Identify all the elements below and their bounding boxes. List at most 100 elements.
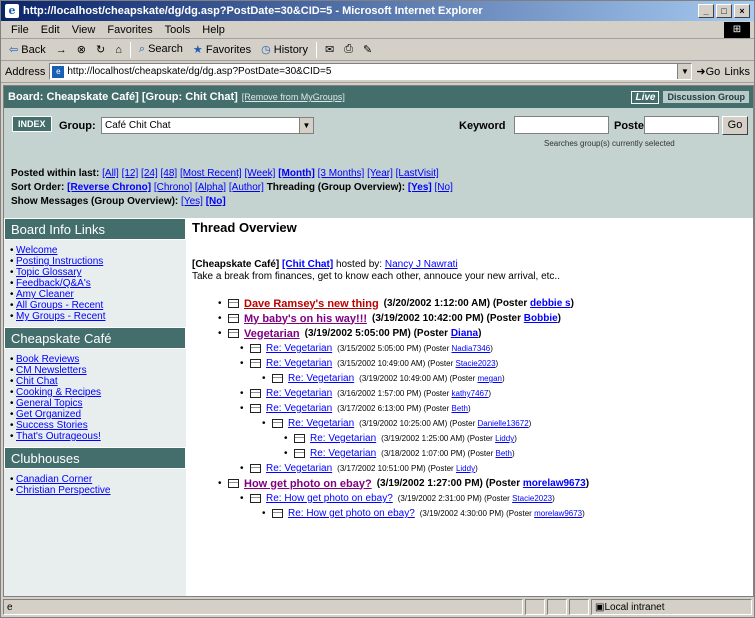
poster-link[interactable]: Diana: [451, 328, 478, 339]
posted-most-recent[interactable]: [Most Recent]: [180, 168, 242, 179]
sidebar-item-general-topics[interactable]: General Topics: [10, 398, 180, 409]
poster-suffix: ): [585, 478, 590, 489]
poster-link[interactable]: morelaw9673: [534, 509, 582, 518]
posted-year[interactable]: [Year]: [367, 168, 393, 179]
sidebar-item-cooking-recipes[interactable]: Cooking & Recipes: [10, 387, 180, 398]
thread-title-link[interactable]: Dave Ramsey's new thing: [244, 298, 379, 310]
posted-week[interactable]: [Week]: [244, 168, 275, 179]
poster-link[interactable]: debbie s: [530, 298, 571, 309]
sidebar-item-all-groups-recent[interactable]: All Groups - Recent: [10, 300, 180, 311]
menu-file[interactable]: File: [5, 24, 35, 36]
posted-month[interactable]: [Month]: [278, 168, 315, 179]
sort-reverse-chrono[interactable]: [Reverse Chrono]: [67, 182, 151, 193]
posted-all[interactable]: [All]: [102, 168, 119, 179]
thread-title-link[interactable]: Re: Vegetarian: [310, 448, 376, 459]
go-button[interactable]: ➜Go: [696, 65, 720, 78]
sidebar-item-posting-instructions[interactable]: Posting Instructions: [10, 256, 180, 267]
maximize-button[interactable]: □: [716, 4, 732, 18]
posted-lastvisit[interactable]: [LastVisit]: [396, 168, 439, 179]
host-link[interactable]: Nancy J Nawrati: [385, 259, 458, 270]
sidebar-item-welcome[interactable]: Welcome: [10, 245, 180, 256]
sidebar-item-christian-perspective[interactable]: Christian Perspective: [10, 485, 180, 496]
edit-icon[interactable]: ✎: [359, 42, 376, 57]
group-link[interactable]: [Chit Chat]: [282, 259, 333, 270]
thread-title-link[interactable]: Re: How get photo on ebay?: [266, 493, 393, 504]
thread-meta: (3/19/2002 10:42:00 PM) (Poster Bobbie): [372, 313, 561, 324]
back-button[interactable]: ⇦ Back: [5, 42, 50, 57]
sidebar-item-topic-glossary[interactable]: Topic Glossary: [10, 267, 180, 278]
search-button[interactable]: ⌕ Search: [135, 42, 187, 57]
sort-author[interactable]: [Author]: [229, 182, 264, 193]
thread-title-link[interactable]: Re: Vegetarian: [310, 433, 376, 444]
thread-title-link[interactable]: How get photo on ebay?: [244, 478, 372, 490]
history-button[interactable]: ◷ History: [257, 42, 312, 57]
sort-chrono[interactable]: [Chrono]: [154, 182, 192, 193]
show-yes[interactable]: [Yes]: [181, 196, 203, 207]
remove-from-mygroups-link[interactable]: [Remove from MyGroups]: [242, 92, 345, 102]
poster-link[interactable]: Beth: [496, 449, 512, 458]
posted-48[interactable]: [48]: [161, 168, 178, 179]
search-go-button[interactable]: Go: [722, 116, 748, 135]
home-button[interactable]: ⌂: [111, 43, 126, 57]
mail-icon[interactable]: ✉: [321, 42, 338, 57]
poster-link[interactable]: Liddy: [495, 434, 514, 443]
posted-12[interactable]: [12]: [122, 168, 139, 179]
refresh-button[interactable]: ↻: [92, 42, 109, 57]
menu-edit[interactable]: Edit: [35, 24, 66, 36]
sidebar-item-chit-chat[interactable]: Chit Chat: [10, 376, 180, 387]
menu-favorites[interactable]: Favorites: [101, 24, 158, 36]
forward-button[interactable]: →: [52, 43, 71, 57]
keyword-input[interactable]: [514, 116, 609, 134]
threading-no[interactable]: [No]: [435, 182, 453, 193]
sidebar-item-book-reviews[interactable]: Book Reviews: [10, 354, 180, 365]
sidebar-item-get-organized[interactable]: Get Organized: [10, 409, 180, 420]
show-no[interactable]: [No]: [206, 196, 226, 207]
minimize-button[interactable]: _: [698, 4, 714, 18]
thread-title-link[interactable]: Re: Vegetarian: [288, 373, 354, 384]
menu-tools[interactable]: Tools: [159, 24, 197, 36]
sidebar-item-feedback[interactable]: Feedback/Q&A's: [10, 278, 180, 289]
sidebar-item-thats-outrageous[interactable]: That's Outrageous!: [10, 431, 180, 442]
thread-title-link[interactable]: Re: Vegetarian: [266, 343, 332, 354]
posted-3-months[interactable]: [3 Months]: [318, 168, 365, 179]
menu-help[interactable]: Help: [196, 24, 231, 36]
thread-title-link[interactable]: Re: Vegetarian: [288, 418, 354, 429]
thread-title-link[interactable]: Re: How get photo on ebay?: [288, 508, 415, 519]
thread-title-link[interactable]: Re: Vegetarian: [266, 388, 332, 399]
poster-link[interactable]: Bobbie: [524, 313, 558, 324]
favorites-button[interactable]: ★ Favorites: [189, 42, 255, 57]
sidebar-item-amy-cleaner[interactable]: Amy Cleaner: [10, 289, 180, 300]
status-pane: [569, 599, 589, 615]
poster-link[interactable]: Liddy: [456, 464, 475, 473]
poster-link[interactable]: Stacie2023: [512, 494, 552, 503]
sidebar-item-cm-newsletters[interactable]: CM Newsletters: [10, 365, 180, 376]
posted-24[interactable]: [24]: [141, 168, 158, 179]
thread-title-link[interactable]: My baby's on his way!!!: [244, 313, 367, 325]
poster-input[interactable]: [644, 116, 719, 134]
sidebar-item-canadian-corner[interactable]: Canadian Corner: [10, 474, 180, 485]
thread-title-link[interactable]: Re: Vegetarian: [266, 403, 332, 414]
stop-button[interactable]: ⊗: [73, 42, 90, 57]
sidebar-item-my-groups-recent[interactable]: My Groups - Recent: [10, 311, 180, 322]
print-icon[interactable]: ⎙: [340, 42, 357, 57]
poster-link[interactable]: Nadia7346: [452, 344, 491, 353]
thread-title-link[interactable]: Re: Vegetarian: [266, 463, 332, 474]
poster-link[interactable]: Danielle13672: [478, 419, 529, 428]
chevron-down-icon[interactable]: ▼: [677, 64, 692, 79]
sort-alpha[interactable]: [Alpha]: [195, 182, 226, 193]
poster-link[interactable]: kathy7467: [452, 389, 489, 398]
group-select[interactable]: Café Chit Chat ▼: [101, 117, 314, 134]
poster-link[interactable]: morelaw9673: [523, 478, 586, 489]
sidebar-item-success-stories[interactable]: Success Stories: [10, 420, 180, 431]
poster-link[interactable]: Beth: [452, 404, 468, 413]
close-button[interactable]: ×: [734, 4, 750, 18]
index-button[interactable]: INDEX: [12, 116, 52, 132]
threading-yes[interactable]: [Yes]: [408, 182, 432, 193]
address-field[interactable]: e http://localhost/cheapskate/dg/dg.asp?…: [49, 63, 693, 80]
thread-title-link[interactable]: Re: Vegetarian: [266, 358, 332, 369]
thread-title-link[interactable]: Vegetarian: [244, 328, 300, 340]
links-button[interactable]: Links: [724, 66, 750, 78]
poster-link[interactable]: Stacie2023: [456, 359, 496, 368]
menu-view[interactable]: View: [66, 24, 102, 36]
poster-link[interactable]: megan: [478, 374, 502, 383]
